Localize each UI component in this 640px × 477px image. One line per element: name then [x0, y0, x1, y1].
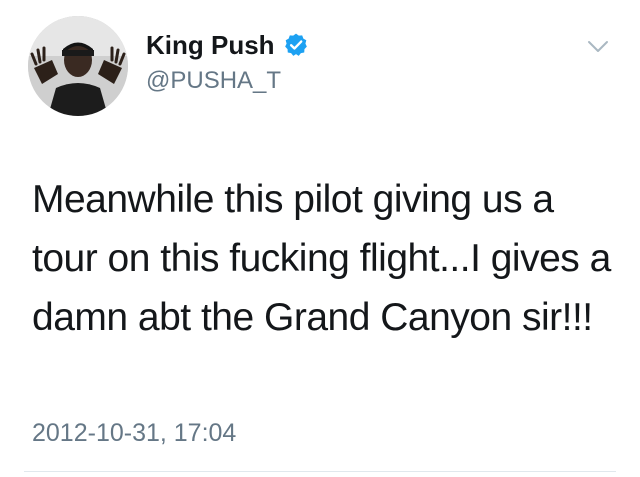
- chevron-down-icon[interactable]: [586, 36, 610, 56]
- avatar-photo: [28, 16, 128, 116]
- display-name[interactable]: King Push: [146, 30, 275, 60]
- avatar[interactable]: [28, 16, 128, 116]
- divider: [24, 471, 616, 472]
- user-handle[interactable]: @PUSHA_T: [146, 66, 281, 96]
- verified-badge-icon: [283, 32, 309, 58]
- tweet-text: Meanwhile this pilot giving us a tour on…: [32, 178, 611, 339]
- tweet-timestamp[interactable]: 2012-10-31, 17:04: [32, 418, 236, 448]
- author-name-row: King Push: [146, 28, 309, 62]
- tweet-card: King Push @PUSHA_T Meanwhile this pilot …: [0, 0, 640, 477]
